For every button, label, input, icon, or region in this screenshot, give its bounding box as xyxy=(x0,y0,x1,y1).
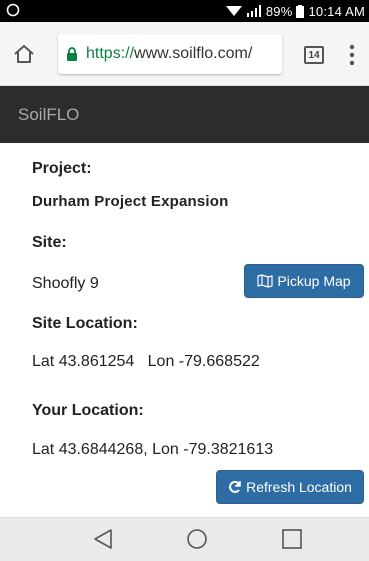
url-text: https://www.soilflo.com/ xyxy=(86,45,252,63)
status-bar: 89% 10:14 AM xyxy=(0,0,369,22)
site-label: Site: xyxy=(32,234,67,251)
app-header: SoilFLO xyxy=(0,86,369,143)
url-bar[interactable]: https://www.soilflo.com/ xyxy=(58,34,282,74)
clock: 10:14 AM xyxy=(308,3,365,19)
site-value: Shoofly 9 xyxy=(32,275,99,292)
battery-icon xyxy=(296,4,305,18)
refresh-location-label: Refresh Location xyxy=(246,479,352,495)
map-icon xyxy=(257,274,274,288)
site-location-value: Lat 43.861254 Lon -79.668522 xyxy=(32,353,260,370)
tab-switcher-button[interactable]: 14 xyxy=(304,46,324,64)
project-value: Durham Project Expansion xyxy=(32,193,229,210)
your-location-value: Lat 43.6844268, Lon -79.3821613 xyxy=(32,441,274,458)
signal-icon xyxy=(246,5,261,17)
status-right: 89% 10:14 AM xyxy=(225,0,365,22)
site-location-label: Site Location: xyxy=(32,315,138,332)
system-nav-bar xyxy=(0,517,369,561)
pickup-map-button[interactable]: Pickup Map xyxy=(244,264,364,298)
your-location-label: Your Location: xyxy=(32,402,144,419)
battery-percent: 89% xyxy=(265,3,293,19)
url-scheme: https:// xyxy=(86,45,135,62)
refresh-icon xyxy=(229,480,242,493)
url-host: www.soilflo.com/ xyxy=(134,45,253,62)
refresh-location-button[interactable]: Refresh Location xyxy=(216,470,364,504)
project-label: Project: xyxy=(32,160,92,177)
recent-apps-icon[interactable] xyxy=(281,528,303,550)
home-circle-icon[interactable] xyxy=(186,528,208,550)
app-title: SoilFLO xyxy=(18,104,80,124)
home-icon[interactable] xyxy=(12,42,36,66)
pickup-map-label: Pickup Map xyxy=(277,273,351,289)
tab-count: 14 xyxy=(308,49,320,61)
back-icon[interactable] xyxy=(92,528,114,550)
browser-toolbar: https://www.soilflo.com/ 14 xyxy=(0,22,369,86)
alarm-icon xyxy=(6,3,20,17)
more-vert-icon[interactable] xyxy=(348,44,356,66)
wifi-icon xyxy=(225,6,242,16)
lock-icon xyxy=(67,47,77,61)
